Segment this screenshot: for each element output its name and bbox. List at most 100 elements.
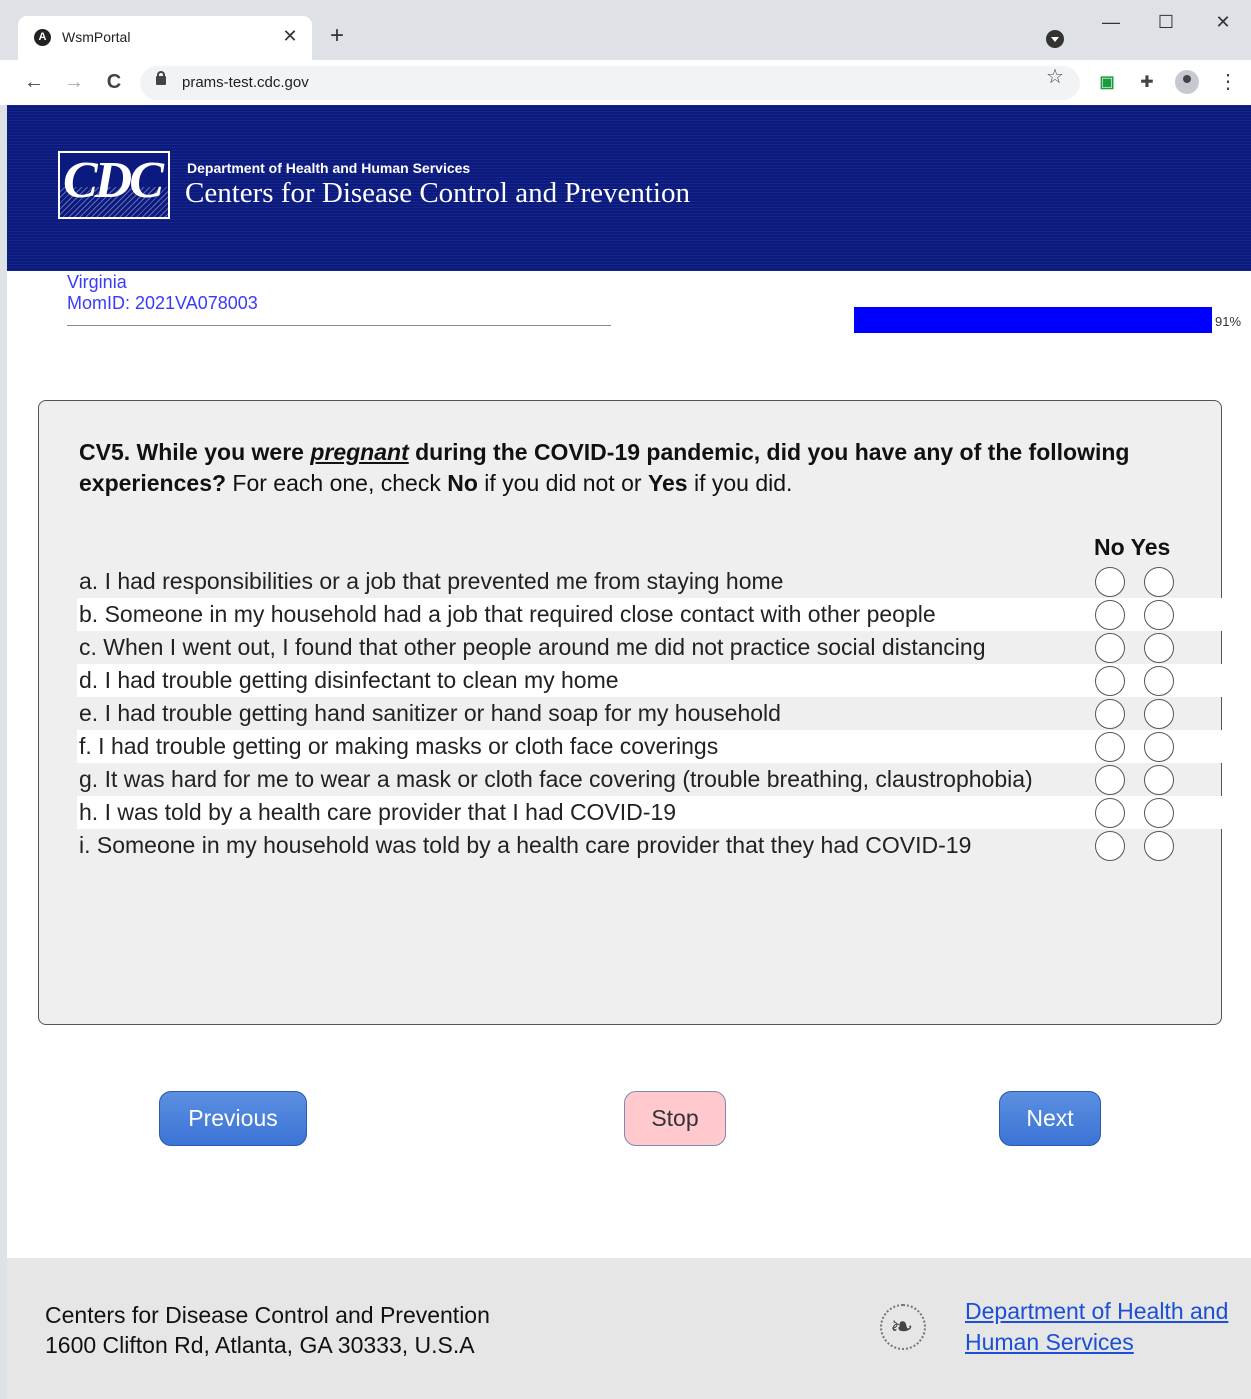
menu-kebab-icon[interactable]: ⋮	[1218, 69, 1238, 94]
instruction-yes: Yes	[647, 470, 688, 496]
cdc-logo-text: CDC	[63, 152, 164, 209]
question-row-text: d. I had trouble getting disinfectant to…	[79, 667, 619, 693]
progress-label: 91%	[1215, 314, 1242, 329]
previous-button[interactable]: Previous	[159, 1091, 307, 1146]
radio-yes[interactable]	[1144, 731, 1174, 762]
question-row: e. I had trouble getting hand sanitizer …	[77, 697, 1223, 730]
cdc-logo: CDC	[58, 151, 170, 219]
extensions-puzzle-icon[interactable]: ✚	[1136, 72, 1158, 92]
tab-strip: A WsmPortal ✕ + — ☐ ✕	[0, 0, 1251, 60]
question-row: c. When I went out, I found that other p…	[77, 631, 1223, 664]
browser-toolbar: ← → C prams-test.cdc.gov ☆ ▣ ✚ ⋮	[0, 60, 1251, 105]
state-label: Virginia	[67, 272, 127, 292]
radio-group	[1095, 566, 1174, 597]
next-button[interactable]: Next	[999, 1091, 1101, 1146]
hhs-link[interactable]: Department of Health and Human Services	[965, 1296, 1235, 1358]
bookmark-star-icon[interactable]: ☆	[1046, 64, 1064, 89]
question-card: CV5. While you were pregnant during the …	[38, 400, 1223, 1025]
question-emphasis: pregnant	[310, 439, 409, 465]
instruction-3: if you did.	[687, 470, 793, 496]
forward-button[interactable]: →	[62, 70, 86, 94]
progress-bar	[854, 307, 1212, 333]
question-row-text: h. I was told by a health care provider …	[79, 799, 677, 825]
radio-group	[1095, 632, 1174, 663]
question-row: f. I had trouble getting or making masks…	[77, 730, 1223, 763]
question-row-text: a. I had responsibilities or a job that …	[79, 568, 784, 594]
cdc-header-banner: CDC Department of Health and Human Servi…	[7, 105, 1251, 271]
radio-group	[1095, 599, 1174, 630]
instruction-2: if you did not or	[477, 470, 648, 496]
radio-yes[interactable]	[1144, 566, 1174, 597]
question-row-text: g. It was hard for me to wear a mask or …	[79, 766, 1033, 792]
instruction-1: For each one, check	[226, 470, 448, 496]
radio-yes[interactable]	[1144, 698, 1174, 729]
radio-group	[1095, 731, 1174, 762]
question-row-text: e. I had trouble getting hand sanitizer …	[79, 700, 781, 726]
radio-no[interactable]	[1095, 797, 1125, 828]
radio-yes[interactable]	[1144, 830, 1174, 861]
angular-favicon-icon: A	[34, 29, 51, 46]
back-button[interactable]: ←	[22, 70, 46, 94]
footer-org-name: Centers for Disease Control and Preventi…	[45, 1302, 490, 1328]
url-text[interactable]: prams-test.cdc.gov	[182, 74, 309, 91]
agency-name: Centers for Disease Control and Preventi…	[185, 177, 690, 209]
radio-no[interactable]	[1095, 599, 1125, 630]
radio-group	[1095, 665, 1174, 696]
lock-icon[interactable]	[156, 71, 166, 85]
radio-yes[interactable]	[1144, 632, 1174, 663]
response-rows: a. I had responsibilities or a job that …	[77, 565, 1223, 862]
radio-group	[1095, 797, 1174, 828]
mom-id-label: MomID: 2021VA078003	[67, 293, 258, 313]
divider	[67, 325, 611, 326]
radio-no[interactable]	[1095, 731, 1125, 762]
stop-button[interactable]: Stop	[624, 1091, 726, 1146]
minimize-button[interactable]: —	[1096, 12, 1126, 33]
tab-title: WsmPortal	[62, 29, 131, 45]
reload-button[interactable]: C	[102, 70, 126, 94]
question-row: g. It was hard for me to wear a mask or …	[77, 763, 1223, 796]
tab-close-icon[interactable]: ✕	[280, 26, 300, 47]
radio-yes[interactable]	[1144, 665, 1174, 696]
tab-search-icon[interactable]	[1046, 30, 1064, 48]
department-name: Department of Health and Human Services	[187, 160, 471, 176]
question-row-text: f. I had trouble getting or making masks…	[79, 733, 719, 759]
radio-no[interactable]	[1095, 632, 1125, 663]
question-row: h. I was told by a health care provider …	[77, 796, 1223, 829]
radio-yes[interactable]	[1144, 599, 1174, 630]
browser-tab[interactable]: A WsmPortal ✕	[18, 16, 312, 60]
window-edge	[0, 0, 7, 1399]
instruction-no: No	[447, 470, 478, 496]
radio-no[interactable]	[1095, 698, 1125, 729]
profile-avatar-icon[interactable]	[1175, 70, 1199, 94]
question-part-1: CV5. While you were	[79, 439, 311, 465]
maximize-button[interactable]: ☐	[1151, 12, 1181, 33]
footer-address: 1600 Clifton Rd, Atlanta, GA 30333, U.S.…	[45, 1332, 475, 1358]
radio-no[interactable]	[1095, 764, 1125, 795]
radio-no[interactable]	[1095, 665, 1125, 696]
question-row: d. I had trouble getting disinfectant to…	[77, 664, 1223, 697]
question-row-text: b. Someone in my household had a job tha…	[79, 601, 936, 627]
page-footer: Centers for Disease Control and Preventi…	[7, 1258, 1251, 1399]
radio-group	[1095, 698, 1174, 729]
radio-no[interactable]	[1095, 566, 1125, 597]
progress-fill	[854, 307, 1212, 333]
extension-green-icon[interactable]: ▣	[1096, 72, 1118, 92]
radio-yes[interactable]	[1144, 764, 1174, 795]
question-row: a. I had responsibilities or a job that …	[77, 565, 1223, 598]
radio-group	[1095, 764, 1174, 795]
new-tab-button[interactable]: +	[330, 24, 344, 48]
address-bar[interactable]: prams-test.cdc.gov	[140, 66, 1080, 100]
column-yes: Yes	[1130, 534, 1171, 560]
window-close-button[interactable]: ✕	[1208, 12, 1238, 33]
radio-group	[1095, 830, 1174, 861]
column-headers: No Yes	[1094, 534, 1176, 561]
question-row-text: i. Someone in my household was told by a…	[79, 832, 972, 858]
question-text: CV5. While you were pregnant during the …	[79, 437, 1179, 499]
hhs-eagle-icon	[880, 1304, 926, 1350]
radio-yes[interactable]	[1144, 797, 1174, 828]
column-no: No	[1094, 534, 1125, 560]
radio-no[interactable]	[1095, 830, 1125, 861]
question-row: i. Someone in my household was told by a…	[77, 829, 1223, 862]
question-row-text: c. When I went out, I found that other p…	[79, 634, 986, 660]
question-row: b. Someone in my household had a job tha…	[77, 598, 1223, 631]
